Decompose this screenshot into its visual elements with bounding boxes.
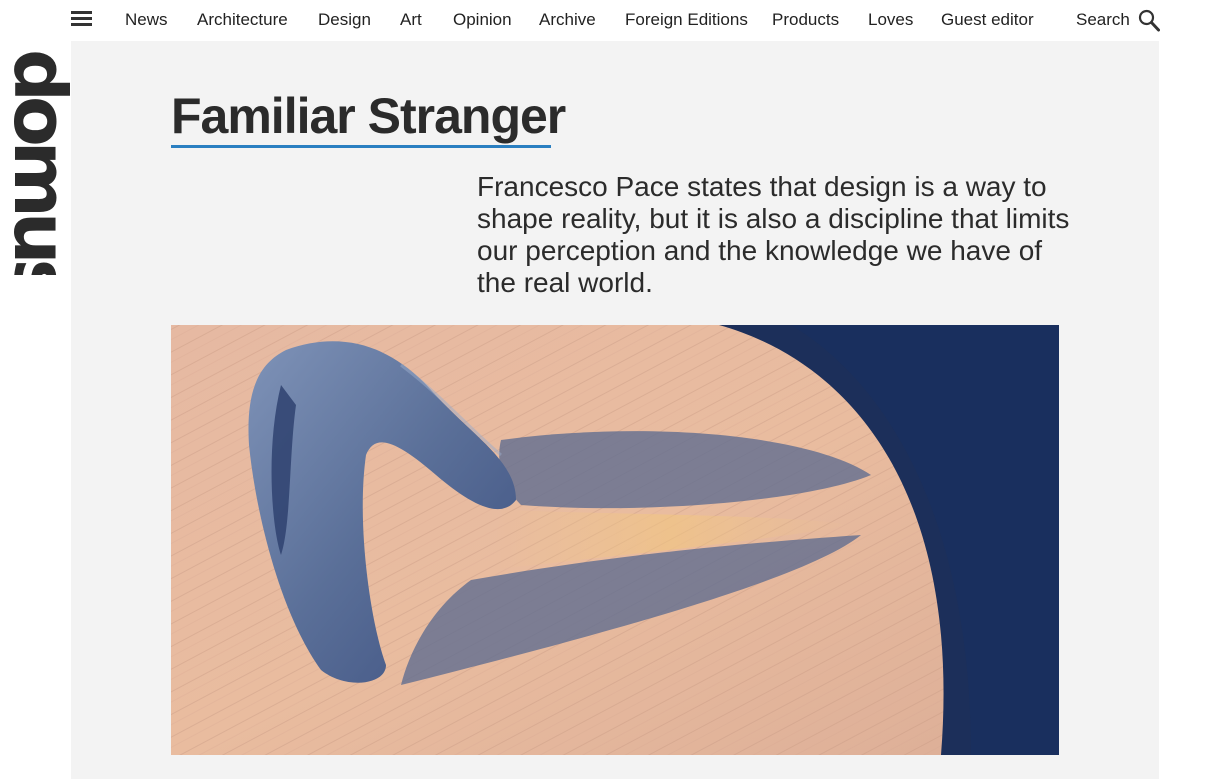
nav-item-design[interactable]: Design <box>318 10 371 30</box>
nav-item-archive[interactable]: Archive <box>539 10 596 30</box>
article-header: Familiar Stranger <box>171 88 566 148</box>
title-underline <box>171 145 551 148</box>
nav-item-guest-editor[interactable]: Guest editor <box>941 10 1034 30</box>
page-title: Familiar Stranger <box>171 88 566 144</box>
search-icon[interactable] <box>1138 9 1160 32</box>
nav-item-art[interactable]: Art <box>400 10 422 30</box>
nav-item-news[interactable]: News <box>125 10 168 30</box>
search-link[interactable]: Search <box>1076 10 1130 30</box>
top-navigation: News Architecture Design Art Opinion Arc… <box>0 0 1209 41</box>
nav-item-products[interactable]: Products <box>772 10 839 30</box>
nav-item-opinion[interactable]: Opinion <box>453 10 512 30</box>
hero-image[interactable] <box>171 325 1059 755</box>
nav-item-foreign-editions[interactable]: Foreign Editions <box>625 10 748 30</box>
nav-item-loves[interactable]: Loves <box>868 10 913 30</box>
domus-logo[interactable]: domus <box>10 49 70 275</box>
nav-item-architecture[interactable]: Architecture <box>197 10 288 30</box>
hero-illustration <box>171 325 1059 755</box>
hamburger-menu-icon[interactable] <box>71 11 92 27</box>
article-main: Familiar Stranger Francesco Pace states … <box>71 41 1159 779</box>
logo-wordmark: domus <box>10 49 70 275</box>
article-standfirst: Francesco Pace states that design is a w… <box>477 171 1070 298</box>
